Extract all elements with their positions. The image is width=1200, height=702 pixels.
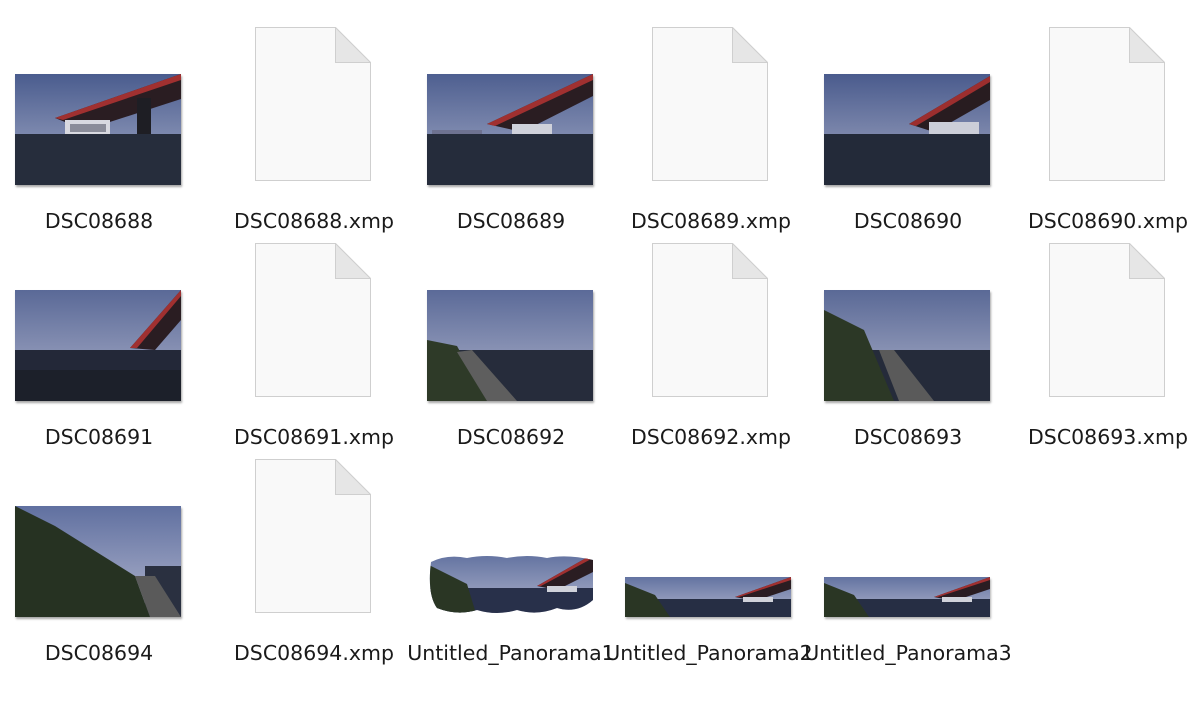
file-item[interactable]: DSC08688.xmp [215,15,413,233]
file-item[interactable]: Untitled_Panorama2 [605,447,813,665]
panorama-thumbnail [625,577,791,617]
photo-thumbnail [824,74,990,185]
document-icon [255,27,371,181]
file-name: DSC08693.xmp [1028,425,1188,449]
file-item[interactable]: DSC08692 [412,231,610,449]
file-item[interactable]: DSC08690.xmp [1009,15,1200,233]
document-icon [255,243,371,397]
file-item[interactable]: DSC08693.xmp [1009,231,1200,449]
thumbnail [0,231,198,421]
thumbnail [412,15,610,205]
file-item[interactable]: DSC08694.xmp [215,447,413,665]
photo-thumbnail [427,74,593,185]
photo-thumbnail [824,290,990,401]
file-item[interactable]: DSC08691 [0,231,198,449]
thumbnail [412,447,610,637]
file-item[interactable]: DSC08688 [0,15,198,233]
thumbnail [612,15,810,205]
file-item[interactable]: Untitled_Panorama1 [407,447,615,665]
file-item[interactable]: Untitled_Panorama3 [804,447,1012,665]
panorama-thumbnail [427,554,593,617]
thumbnail [610,447,808,637]
file-item[interactable]: DSC08689.xmp [612,15,810,233]
thumbnail [809,447,1007,637]
thumbnail [412,231,610,421]
thumbnail [809,15,1007,205]
file-item[interactable]: DSC08692.xmp [612,231,810,449]
thumbnail [0,447,198,637]
document-icon [652,27,768,181]
file-item[interactable]: DSC08691.xmp [215,231,413,449]
thumbnail [1009,231,1200,421]
file-name: DSC08694.xmp [234,641,394,665]
file-grid: DSC08688 DSC08688.xmp DSC08689 DSC08689.… [0,0,1200,702]
file-item[interactable]: DSC08694 [0,447,198,665]
document-icon [652,243,768,397]
thumbnail [612,231,810,421]
thumbnail [215,231,413,421]
file-item[interactable]: DSC08690 [809,15,1007,233]
file-name: Untitled_Panorama1 [407,641,615,665]
file-item[interactable]: DSC08693 [809,231,1007,449]
file-name: Untitled_Panorama2 [605,641,813,665]
document-icon [1049,27,1165,181]
file-item[interactable]: DSC08689 [412,15,610,233]
thumbnail [215,447,413,637]
thumbnail [1009,15,1200,205]
photo-thumbnail [15,290,181,401]
thumbnail [809,231,1007,421]
thumbnail [215,15,413,205]
panorama-thumbnail [824,577,990,617]
document-icon [255,459,371,613]
thumbnail [0,15,198,205]
photo-thumbnail [427,290,593,401]
photo-thumbnail [15,506,181,617]
document-icon [1049,243,1165,397]
file-name: DSC08694 [44,641,154,665]
file-name: Untitled_Panorama3 [804,641,1012,665]
photo-thumbnail [15,74,181,185]
